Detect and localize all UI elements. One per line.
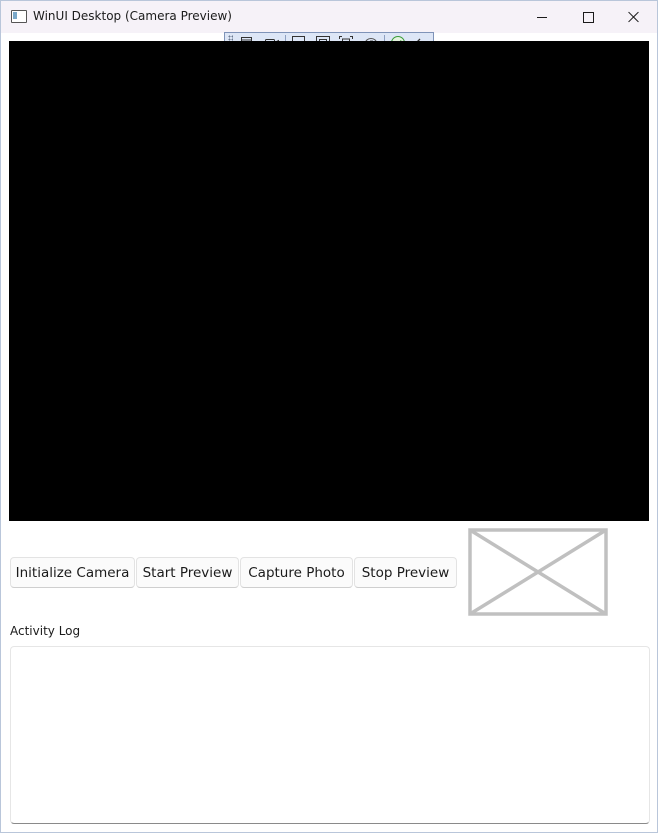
app-icon (11, 10, 27, 23)
close-icon (628, 11, 640, 23)
captured-photo-placeholder-icon (468, 528, 608, 616)
minimize-button[interactable] (519, 1, 565, 33)
window-title: WinUI Desktop (Camera Preview) (33, 9, 232, 23)
camera-preview (9, 41, 649, 521)
initialize-camera-button[interactable]: Initialize Camera (10, 557, 135, 588)
activity-log-label: Activity Log (10, 624, 81, 638)
start-preview-button[interactable]: Start Preview (136, 557, 239, 588)
maximize-button[interactable] (565, 1, 611, 33)
activity-log-textbox[interactable] (10, 646, 650, 824)
app-window: WinUI Desktop (Camera Preview) Initializ… (0, 0, 658, 833)
maximize-icon (582, 11, 594, 23)
title-bar[interactable]: WinUI Desktop (Camera Preview) (1, 1, 657, 33)
capture-photo-button[interactable]: Capture Photo (240, 557, 353, 588)
close-button[interactable] (611, 1, 657, 33)
stop-preview-button[interactable]: Stop Preview (354, 557, 457, 588)
minimize-icon (537, 16, 547, 18)
